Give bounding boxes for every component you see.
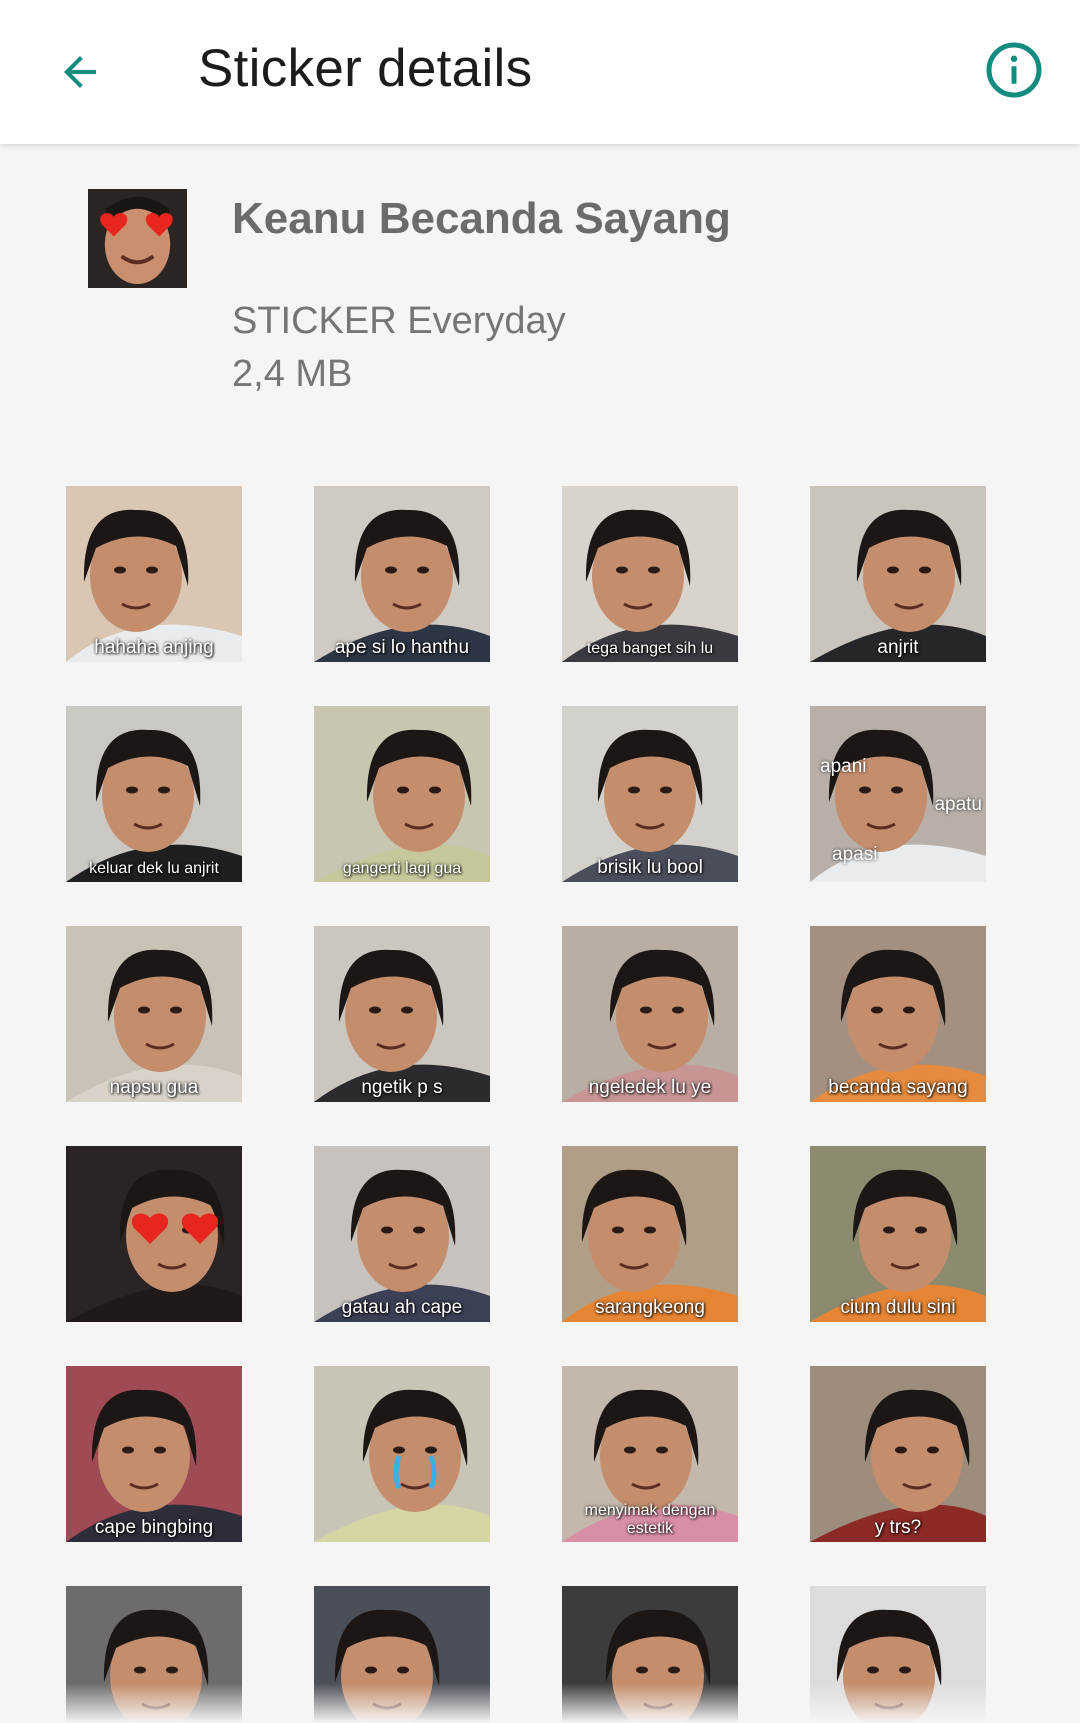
sticker-caption: hahaha anjing	[94, 637, 214, 659]
sticker-image	[562, 1146, 738, 1322]
app-bar: Sticker details	[0, 0, 1080, 144]
sticker-item[interactable]: cium dulu sini	[810, 1146, 986, 1322]
pack-size: 2,4 MB	[232, 353, 353, 395]
sticker-caption: napsu gua	[109, 1077, 199, 1099]
sticker-caption: ngeledek lu ye	[588, 1077, 712, 1099]
sticker-caption: menyimak dengan	[584, 1502, 716, 1520]
sticker-item[interactable]: anjrit	[810, 486, 986, 662]
info-button[interactable]	[972, 28, 1056, 112]
sticker-image	[314, 486, 490, 662]
sticker-caption: gangerti lagi gua	[342, 860, 462, 878]
sticker-item[interactable]: brisik lu bool	[562, 706, 738, 882]
sticker-caption: anjrit	[877, 637, 919, 659]
sticker-caption: ngetik p s	[361, 1077, 443, 1099]
info-icon	[986, 42, 1042, 98]
sticker-image	[66, 1146, 242, 1322]
sticker-caption: apani	[820, 756, 867, 777]
sticker-item[interactable]	[66, 1146, 242, 1322]
sticker-item[interactable]: sarangkeong	[562, 1146, 738, 1322]
sticker-caption: keluar dek lu anjrit	[89, 860, 219, 878]
sticker-image	[562, 706, 738, 882]
sticker-image	[314, 926, 490, 1102]
pack-tray-icon	[88, 189, 187, 288]
sticker-item[interactable]	[314, 1366, 490, 1542]
sticker-image	[810, 486, 986, 662]
sticker-caption: tega banget sih lu	[586, 640, 714, 658]
sticker-item[interactable]: keluar dek lu anjrit	[66, 706, 242, 882]
sticker-item[interactable]: ngetik p s	[314, 926, 490, 1102]
sticker-item[interactable]: becanda sayang	[810, 926, 986, 1102]
scroll-fade	[0, 1683, 1080, 1723]
sticker-item[interactable]: hahaha anjing	[66, 486, 242, 662]
sticker-item[interactable]: gatau ah cape	[314, 1146, 490, 1322]
sticker-item[interactable]: apani apatu apasi	[810, 706, 986, 882]
sticker-caption: apatu	[934, 794, 982, 815]
sticker-item[interactable]: tega banget sih lu	[562, 486, 738, 662]
sticker-details-content: Keanu Becanda Sayang STICKER Everyday 2,…	[0, 144, 1080, 1723]
sticker-image	[66, 706, 242, 882]
back-button[interactable]	[40, 32, 120, 112]
sticker-item[interactable]: napsu gua	[66, 926, 242, 1102]
sticker-image	[66, 486, 242, 662]
sticker-item[interactable]: cape bingbing	[66, 1366, 242, 1542]
sticker-image	[314, 1146, 490, 1322]
sticker-image	[810, 926, 986, 1102]
sticker-image	[314, 1366, 490, 1542]
sticker-caption: gatau ah cape	[341, 1297, 463, 1319]
pack-name: Keanu Becanda Sayang	[232, 194, 731, 243]
arrow-back-icon	[64, 56, 96, 88]
pack-publisher: STICKER Everyday	[232, 300, 566, 342]
sticker-caption: cape bingbing	[94, 1517, 214, 1539]
sticker-caption: sarangkeong	[595, 1297, 705, 1319]
sticker-image	[810, 1366, 986, 1542]
sticker-image	[810, 1146, 986, 1322]
sticker-item[interactable]: ape si lo hanthu	[314, 486, 490, 662]
sticker-item[interactable]: y trs?	[810, 1366, 986, 1542]
sticker-image	[66, 1366, 242, 1542]
sticker-caption: ape si lo hanthu	[334, 637, 470, 659]
sticker-image	[66, 926, 242, 1102]
sticker-image	[562, 486, 738, 662]
sticker-caption: brisik lu bool	[597, 857, 703, 879]
sticker-caption: cium dulu sini	[840, 1297, 956, 1319]
sticker-item[interactable]: gangerti lagi gua	[314, 706, 490, 882]
sticker-item[interactable]: ngeledek lu ye	[562, 926, 738, 1102]
sticker-image	[314, 706, 490, 882]
sticker-item[interactable]: menyimak dengan estetik	[562, 1366, 738, 1542]
sticker-caption: becanda sayang	[828, 1077, 968, 1099]
sticker-image	[562, 926, 738, 1102]
sticker-caption: estetik	[626, 1520, 674, 1538]
sticker-caption: y trs?	[874, 1517, 922, 1539]
page-title: Sticker details	[198, 39, 533, 98]
sticker-caption: apasi	[832, 844, 878, 865]
